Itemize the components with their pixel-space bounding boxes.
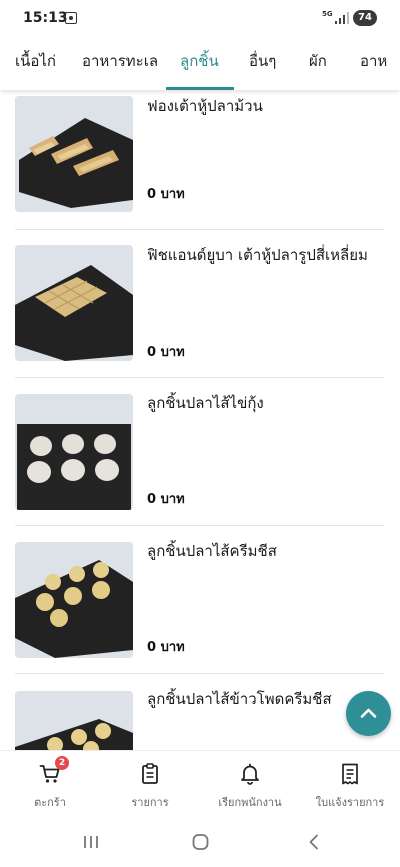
active-tab-indicator xyxy=(166,87,234,90)
tab-meatballs[interactable]: ลูกชิ้น xyxy=(180,36,219,90)
receipt-icon xyxy=(342,763,358,785)
product-price: 0 บาท xyxy=(147,640,185,655)
bell-icon xyxy=(241,763,259,785)
home-icon[interactable] xyxy=(192,834,209,850)
product-price: 0 บาท xyxy=(147,345,185,360)
clipboard-icon xyxy=(142,763,158,784)
nav-call-staff-label: เรียกพนักงาน xyxy=(218,796,282,809)
battery-indicator: 74 xyxy=(353,10,377,26)
status-bar: 15:13 5G 74 xyxy=(0,0,400,36)
product-image xyxy=(15,96,133,212)
network-type: 5G xyxy=(322,10,333,18)
product-image xyxy=(15,691,133,750)
nav-cart[interactable]: 2 ตะกร้า xyxy=(0,751,100,819)
product-image xyxy=(15,394,133,510)
nav-bill-label: ใบแจ้งรายการ xyxy=(315,796,385,809)
product-image xyxy=(15,245,133,361)
category-tab-bar: เนื้อไก่ อาหารทะเล ลูกชิ้น อื่นๆ ผัก อาห xyxy=(0,36,400,90)
nav-bill[interactable]: ใบแจ้งรายการ xyxy=(300,751,400,819)
product-item[interactable]: ลูกชิ้นปลาไส้ข้าวโพดครีมชีส xyxy=(0,674,400,750)
tab-food[interactable]: อาห xyxy=(360,36,387,90)
product-price: 0 บาท xyxy=(147,492,185,507)
system-nav-bar xyxy=(0,818,400,867)
bottom-nav: 2 ตะกร้า รายการ เรียกพนักงาน ใบแจ้งรายกา… xyxy=(0,750,400,818)
chevron-up-icon xyxy=(360,708,377,718)
screen-record-icon xyxy=(65,12,77,24)
product-image xyxy=(15,542,133,658)
recent-apps-icon[interactable] xyxy=(82,834,100,850)
tab-vegetables[interactable]: ผัก xyxy=(309,36,327,90)
product-list: ฟองเต้าหู้ปลาม้วน 0 บาท ฟิชแอนด์ยูบา เต้… xyxy=(0,90,400,750)
scroll-to-top-button[interactable] xyxy=(346,691,391,736)
product-item[interactable]: ฟองเต้าหู้ปลาม้วน 0 บาท xyxy=(0,90,400,230)
signal-icon xyxy=(335,12,350,24)
product-name: ฟองเต้าหู้ปลาม้วน xyxy=(147,97,263,115)
product-price: 0 บาท xyxy=(147,187,185,202)
status-time: 15:13 xyxy=(23,10,68,26)
product-item[interactable]: ฟิชแอนด์ยูบา เต้าหู้ปลารูปสี่เหลี่ยม 0 บ… xyxy=(0,230,400,378)
cart-badge: 2 xyxy=(55,756,69,770)
back-icon[interactable] xyxy=(307,834,321,850)
product-name: ฟิชแอนด์ยูบา เต้าหู้ปลารูปสี่เหลี่ยม xyxy=(147,246,368,264)
product-name: ลูกชิ้นปลาไส้ไข่กุ้ง xyxy=(147,394,264,412)
tab-chicken[interactable]: เนื้อไก่ xyxy=(15,36,56,90)
nav-orders-label: รายการ xyxy=(131,796,169,809)
tab-seafood[interactable]: อาหารทะเล xyxy=(82,36,158,90)
product-item[interactable]: ลูกชิ้นปลาไส้ไข่กุ้ง 0 บาท xyxy=(0,378,400,526)
nav-call-staff[interactable]: เรียกพนักงาน xyxy=(200,751,300,819)
product-name: ลูกชิ้นปลาไส้ข้าวโพดครีมชีส xyxy=(147,690,332,708)
nav-orders[interactable]: รายการ xyxy=(100,751,200,819)
nav-cart-label: ตะกร้า xyxy=(34,796,66,809)
product-name: ลูกชิ้นปลาไส้ครีมชีส xyxy=(147,542,277,560)
product-item[interactable]: ลูกชิ้นปลาไส้ครีมชีส 0 บาท xyxy=(0,526,400,674)
tab-others[interactable]: อื่นๆ xyxy=(249,36,276,90)
